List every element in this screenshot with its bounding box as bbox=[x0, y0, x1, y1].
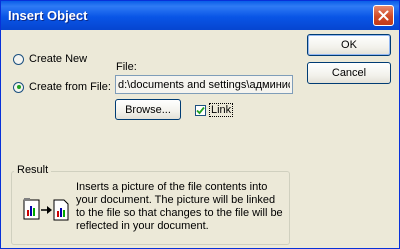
linked-file-icon bbox=[23, 198, 69, 221]
window-title: Insert Object bbox=[8, 8, 88, 23]
browse-button-label: Browse... bbox=[125, 103, 171, 116]
create-from-file-label: Create from File: bbox=[29, 81, 111, 93]
create-new-radio[interactable] bbox=[13, 53, 24, 65]
title-bar[interactable]: Insert Object bbox=[1, 1, 399, 30]
link-label: Link bbox=[208, 103, 234, 117]
link-checkbox[interactable] bbox=[195, 104, 206, 116]
insert-object-dialog: Insert Object Create New Create from Fil… bbox=[0, 0, 400, 249]
cancel-button-label: Cancel bbox=[331, 67, 367, 79]
result-legend: Result bbox=[14, 164, 52, 176]
result-description: Inserts a picture of the file contents i… bbox=[76, 181, 283, 232]
ok-button[interactable]: OK bbox=[307, 34, 391, 56]
close-icon bbox=[378, 10, 389, 21]
browse-button[interactable]: Browse... bbox=[115, 99, 181, 120]
create-new-option[interactable]: Create New bbox=[13, 53, 87, 65]
create-new-label: Create New bbox=[29, 53, 88, 65]
create-from-file-option[interactable]: Create from File: bbox=[13, 81, 111, 93]
create-from-file-radio[interactable] bbox=[13, 81, 24, 93]
file-label: File: bbox=[116, 61, 137, 73]
link-option[interactable]: Link bbox=[195, 103, 234, 117]
cancel-button[interactable]: Cancel bbox=[307, 62, 391, 84]
close-button[interactable] bbox=[373, 5, 394, 26]
ok-button-label: OK bbox=[341, 39, 357, 51]
file-path-input[interactable] bbox=[115, 75, 293, 94]
checkmark-icon bbox=[196, 106, 205, 114]
